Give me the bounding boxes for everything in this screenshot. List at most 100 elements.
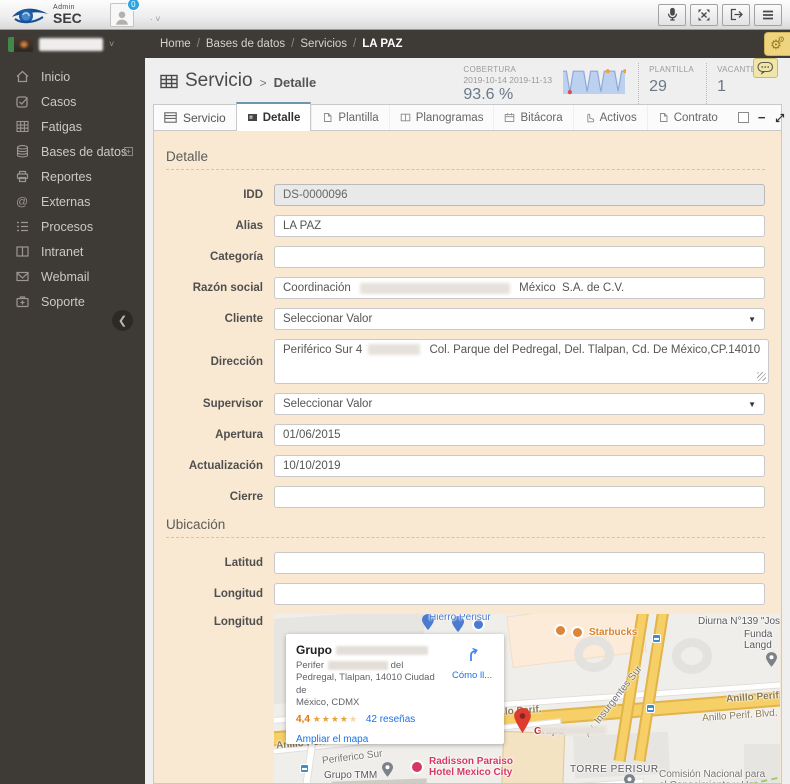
map-label: Langd [744, 640, 772, 651]
transit-station-icon [646, 704, 655, 713]
cliente-select[interactable]: Seleccionar Valor ▼ [274, 308, 765, 330]
sidebar-item-bases-de-datos[interactable]: Bases de datos [0, 139, 145, 164]
redacted-text [368, 344, 421, 355]
user-avatar-button[interactable]: 0 [109, 0, 140, 27]
tab-detalle[interactable]: Detalle [235, 102, 312, 131]
sidebar-item-externas[interactable]: @ Externas [0, 189, 145, 214]
sidebar-item-reportes[interactable]: Reportes [0, 164, 145, 189]
tab-bar: Detalle Plantilla Planogramas Bitácora A… [235, 102, 728, 131]
breadcrumb-current: LA PAZ [362, 38, 403, 50]
tab-bitacora[interactable]: Bitácora [493, 105, 572, 130]
tab-activos[interactable]: Activos [572, 105, 647, 130]
breadcrumb-bases[interactable]: Bases de datos [206, 38, 285, 50]
sidebar-item-webmail[interactable]: Webmail [0, 264, 145, 289]
idd-label: IDD [243, 189, 263, 201]
map-label: Grupo TMM [324, 770, 378, 781]
hotel-pin-icon [410, 760, 424, 774]
logout-button[interactable] [722, 3, 750, 26]
home-icon [15, 69, 30, 84]
directions-arrow-icon [470, 647, 478, 661]
supervisor-label: Supervisor [202, 398, 263, 410]
dropdown-caret-icon: ▼ [748, 314, 756, 324]
chevron-left-icon: ❮ [117, 315, 128, 327]
book-columns-icon [400, 112, 411, 123]
service-stats: COBERTURA 2019-10-14 2019-11-13 93.6 % P… [463, 63, 774, 104]
dropdown-caret-icon: ▼ [748, 399, 756, 409]
map-label: Radisson Paraiso [429, 756, 513, 767]
sidebar-item-intranet[interactable]: Intranet [0, 239, 145, 264]
cierre-field[interactable] [274, 486, 765, 508]
fullscreen-button[interactable] [690, 3, 718, 26]
direccion-label: Dirección [210, 355, 263, 368]
alias-field[interactable] [274, 215, 765, 237]
map-label: Hierro Perisur [429, 614, 491, 623]
sidebar-item-casos[interactable]: Casos [0, 89, 145, 114]
menu-button[interactable] [754, 3, 782, 26]
user-menu-caret-icon[interactable]: · ˅ [150, 14, 161, 24]
map-pin-gray-icon [624, 774, 635, 783]
tab-planogramas[interactable]: Planogramas [388, 105, 494, 130]
panel-window-controls: − [728, 111, 790, 124]
tab-contrato[interactable]: Contrato [646, 105, 728, 130]
chevron-down-icon: ˅ [109, 39, 115, 49]
panel-minimize-button[interactable]: − [758, 111, 766, 124]
categoria-field[interactable] [274, 246, 765, 268]
page-header: Servicio > Detalle COBERTURA 2019-10-14 … [145, 58, 790, 104]
expand-map-link[interactable]: Ampliar el mapa [296, 734, 494, 745]
envelope-icon [15, 269, 30, 284]
map-label: Periferico Sur [321, 748, 384, 767]
tab-plantilla[interactable]: Plantilla [311, 105, 388, 130]
menu-icon [763, 10, 773, 19]
microphone-button[interactable] [658, 3, 686, 26]
breadcrumb-home[interactable]: Home [160, 38, 191, 50]
speech-bubble-icon [757, 61, 774, 75]
latitud-label: Latitud [224, 557, 263, 569]
section-detalle-title: Detalle [166, 149, 209, 164]
razon-social-label: Razón social [192, 282, 263, 294]
razon-social-field[interactable]: Coordinación México S.A. de C.V. [274, 277, 765, 299]
list-icon [15, 219, 30, 234]
map-label: Starbucks [589, 627, 638, 638]
reviews-link[interactable]: 42 reseñas [366, 714, 415, 725]
comments-button[interactable] [753, 58, 778, 78]
printer-icon [15, 169, 30, 184]
breadcrumb-bar: ˅ Home / Bases de datos / Servicios / LA… [0, 30, 790, 58]
sidebar-user-menu[interactable]: ˅ [0, 30, 145, 58]
google-map-embed[interactable]: Hierro Perisur Starbucks Diurna N°139 "J… [274, 614, 780, 783]
longitud-field[interactable] [274, 583, 765, 605]
settings-gears-button[interactable]: ⚙ ⚙ [764, 32, 790, 56]
calendar-icon [504, 112, 515, 123]
user-name-redacted [39, 37, 103, 51]
panel-body: Detalle IDD Alias Categoría Razón social… [153, 131, 782, 784]
cobertura-value: 93.6 % [463, 86, 514, 103]
resize-grip-icon[interactable] [757, 372, 767, 381]
map-label: Diurna N°139 "Jos [698, 616, 780, 627]
panel-expand-button[interactable] [774, 112, 786, 124]
expand-arrows-icon [776, 113, 785, 122]
table-grid-icon [160, 74, 178, 88]
gear-icon-small: ⚙ [777, 35, 785, 44]
user-flag-avatar [8, 36, 33, 52]
expand-plus-icon[interactable] [124, 147, 133, 156]
check-square-icon [15, 94, 30, 109]
vacantes-value: 1 [717, 78, 726, 95]
breadcrumb-servicios[interactable]: Servicios [300, 38, 347, 50]
transit-station-icon [300, 764, 309, 773]
supervisor-select[interactable]: Seleccionar Valor ▼ [274, 393, 765, 415]
sidebar-collapse-button[interactable]: ❮ [112, 310, 133, 331]
redacted-text [336, 646, 428, 656]
panel-checkbox-button[interactable] [737, 112, 749, 123]
notification-badge: 0 [126, 0, 140, 11]
actualizacion-field[interactable] [274, 455, 765, 477]
directions-button[interactable]: Cómo ll... [452, 646, 492, 681]
apertura-field[interactable] [274, 424, 765, 446]
sidebar-item-inicio[interactable]: Inicio [0, 64, 145, 89]
actualizacion-label: Actualización [188, 460, 263, 472]
logo-line2: SEC [53, 10, 82, 26]
sidebar-item-fatigas[interactable]: Fatigas [0, 114, 145, 139]
sidebar-item-procesos[interactable]: Procesos [0, 214, 145, 239]
map-info-card: Grupo Perifer del Pedregal, Tlalpan, 140… [286, 634, 504, 745]
starbucks-icon [571, 626, 584, 639]
latitud-field[interactable] [274, 552, 765, 574]
direccion-textarea[interactable]: Periférico Sur 4 Col. Parque del Pedrega… [274, 339, 770, 384]
